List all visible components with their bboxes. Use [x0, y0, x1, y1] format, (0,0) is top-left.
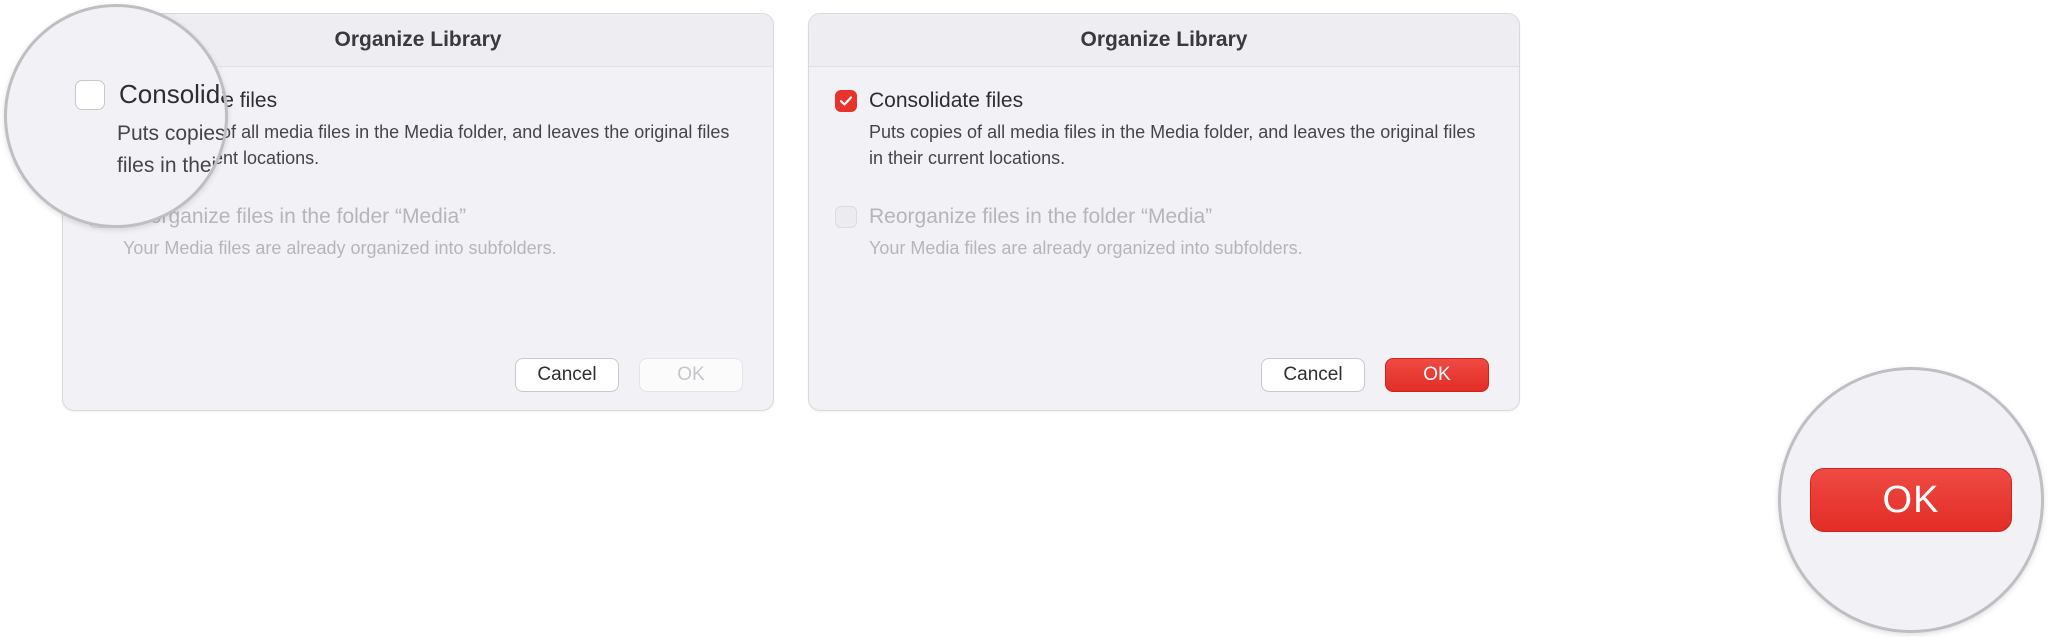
consolidate-description: Puts copies of all media files in the Me…	[869, 119, 1489, 171]
reorganize-description: Your Media files are already organized i…	[869, 235, 1489, 261]
consolidate-desc-zoom-line2: files in their current locations.	[117, 150, 228, 182]
ok-button[interactable]: OK	[1385, 358, 1489, 392]
consolidate-checkbox-zoom	[75, 80, 105, 110]
reorganize-label: Reorganize files in the folder “Media”	[869, 205, 1212, 229]
cancel-button[interactable]: Cancel	[515, 358, 619, 392]
option-reorganize: Reorganize files in the folder “Media” Y…	[835, 205, 1493, 261]
reorganize-checkbox	[835, 206, 857, 228]
dialog-title: Organize Library	[809, 14, 1519, 67]
tutorial-stage: Organize Library Consolidate files Puts …	[0, 0, 2048, 637]
consolidate-checkbox[interactable]	[835, 90, 857, 112]
dialog-body: Consolidate files Puts copies of all med…	[809, 67, 1519, 261]
dialog-buttons: Cancel OK	[515, 358, 743, 392]
ok-button-zoom: OK	[1810, 468, 2012, 532]
reorganize-description: Your Media files are already organized i…	[123, 235, 743, 261]
consolidate-label-zoom: Consolidate files	[119, 79, 228, 110]
option-consolidate: Consolidate files Puts copies of all med…	[835, 89, 1493, 171]
consolidate-label: Consolidate files	[869, 89, 1023, 113]
ok-button: OK	[639, 358, 743, 392]
consolidate-desc-zoom-line1: Puts copies of all media files in the Me…	[117, 118, 228, 150]
option-reorganize: Reorganize files in the folder “Media” Y…	[89, 205, 747, 261]
dialog-buttons: Cancel OK	[1261, 358, 1489, 392]
magnifier-checkbox: Consolidate files Puts copies of all med…	[4, 4, 228, 228]
cancel-button[interactable]: Cancel	[1261, 358, 1365, 392]
checkmark-icon	[839, 94, 853, 108]
magnifier-ok-button: OK	[1778, 367, 2044, 633]
organize-library-dialog: Organize Library Consolidate files Puts …	[808, 13, 1520, 411]
